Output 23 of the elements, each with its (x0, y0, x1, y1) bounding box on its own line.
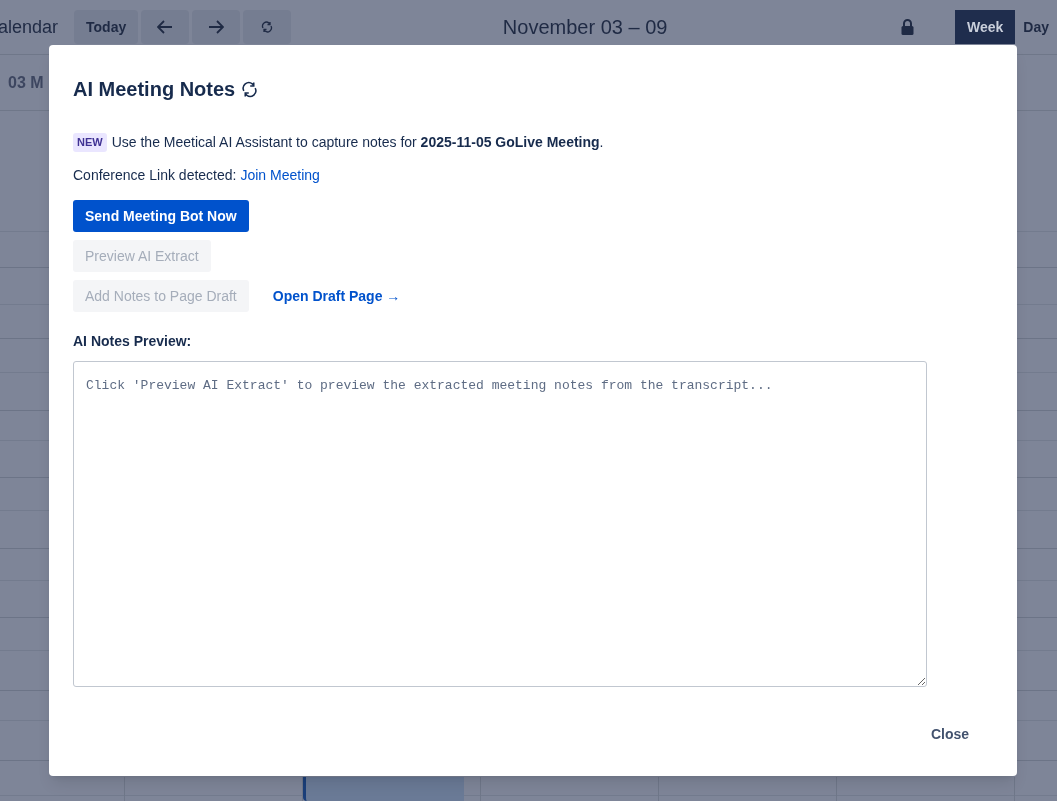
preview-label: AI Notes Preview: (73, 332, 193, 351)
action-button[interactable]: Send Meeting Bot Now (73, 200, 249, 232)
new-badge: NEW (73, 133, 107, 152)
refresh-button[interactable] (243, 10, 292, 44)
next-button[interactable] (192, 10, 241, 44)
dialog-title: AI Meeting Notes (73, 77, 236, 102)
arrow-right-icon (208, 20, 225, 34)
day-header: 03 M (8, 72, 44, 93)
today-button[interactable]: Today (74, 10, 139, 44)
lock-icon (901, 19, 914, 35)
notes-preview-field[interactable]: Click 'Preview AI Extract' to preview the extracted meeting notes from the transcript... (73, 361, 927, 687)
conference-label: Conference Link detected: (73, 166, 237, 185)
arrow-left-icon (157, 20, 174, 34)
close-button[interactable]: Close (918, 718, 981, 751)
view-tab[interactable]: Day (1015, 10, 1057, 44)
date-range-title: November 03 – 09 (502, 15, 668, 40)
refresh-icon (241, 80, 259, 98)
view-tab[interactable]: Week (955, 10, 1016, 44)
intro-text: Use the Meetical AI Assistant to capture notes for 2025-11-05 GoLive Meeting. (111, 133, 604, 152)
draft-page-link[interactable]: Open Draft Page → (272, 285, 401, 307)
refresh-icon (261, 21, 274, 33)
previous-button[interactable] (141, 10, 190, 44)
join-meeting-link[interactable]: Join Meeting (240, 165, 320, 186)
